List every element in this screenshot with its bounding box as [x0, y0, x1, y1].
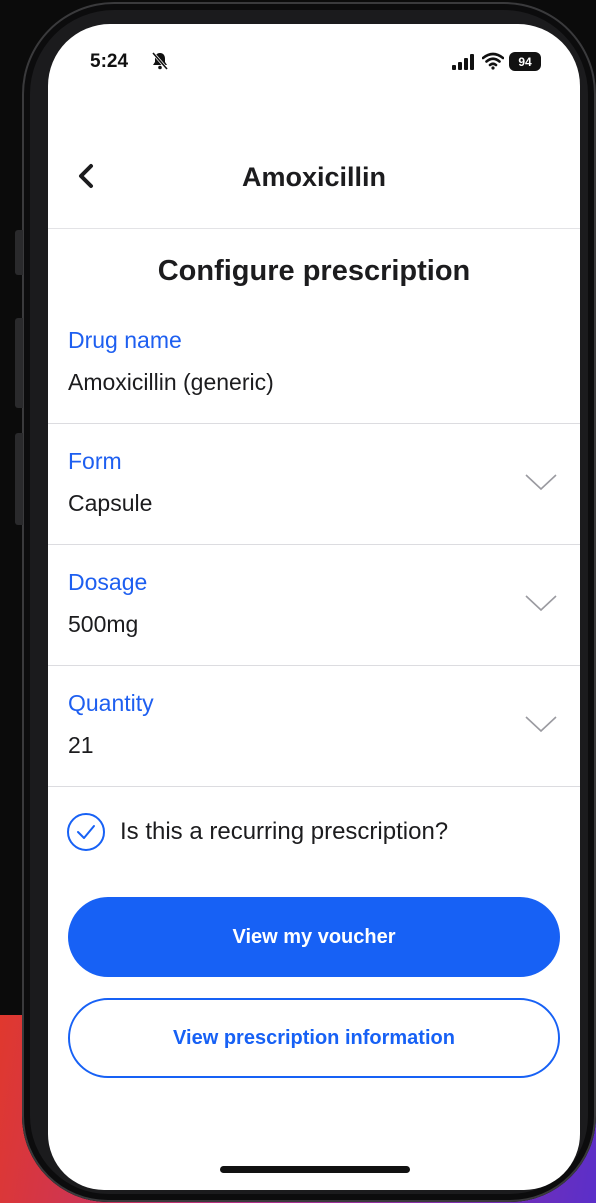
battery-icon: 94	[509, 52, 541, 71]
drug-name-field: Drug name Amoxicillin (generic)	[48, 303, 580, 424]
mute-switch	[15, 230, 23, 275]
signal-icon	[452, 54, 474, 70]
quantity-select[interactable]: Quantity 21	[48, 666, 580, 787]
home-indicator	[220, 1166, 410, 1173]
field-label: Dosage	[68, 569, 148, 595]
field-label: Form	[68, 448, 122, 474]
chevron-down-icon	[525, 595, 557, 612]
form-select[interactable]: Form Capsule	[48, 424, 580, 545]
page-title: Amoxicillin	[241, 162, 387, 192]
recurring-label: Is this a recurring prescription?	[120, 818, 449, 845]
battery-level: 94	[518, 54, 532, 69]
nav-bar: Amoxicillin	[48, 134, 580, 229]
volume-up-button	[15, 318, 23, 408]
view-prescription-info-button[interactable]: View prescription information	[68, 998, 560, 1078]
field-value: Amoxicillin (generic)	[68, 369, 274, 395]
status-bar: 5:24 94	[48, 24, 580, 104]
check-circle-icon	[67, 813, 105, 851]
section-title: Configure prescription	[157, 255, 471, 287]
field-value: Capsule	[68, 490, 153, 516]
dosage-select[interactable]: Dosage 500mg	[48, 545, 580, 666]
status-time: 5:24	[90, 51, 129, 72]
field-label: Drug name	[68, 327, 182, 353]
view-voucher-button[interactable]: View my voucher	[68, 897, 560, 977]
chevron-down-icon	[525, 716, 557, 733]
field-value: 500mg	[68, 611, 139, 637]
wifi-icon	[482, 52, 504, 70]
field-value: 21	[68, 732, 94, 758]
recurring-checkbox[interactable]: Is this a recurring prescription?	[66, 810, 448, 854]
volume-down-button	[15, 433, 23, 525]
field-label: Quantity	[68, 690, 154, 716]
chevron-down-icon	[525, 474, 557, 491]
app-screen: 5:24 94 Amoxicillin Configure prescripti…	[48, 24, 580, 1190]
bell-slash-icon	[151, 52, 169, 70]
